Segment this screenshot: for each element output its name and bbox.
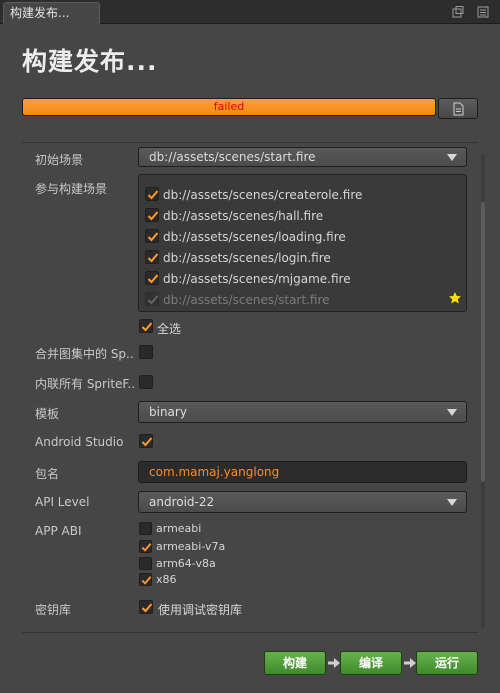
scene-item-label: db://assets/scenes/createrole.fire xyxy=(163,188,363,202)
template-value: binary xyxy=(149,405,187,419)
tab-bar: 构建发布... xyxy=(0,0,500,24)
abi-label: armeabi-v7a xyxy=(156,540,226,553)
abi-label: x86 xyxy=(156,573,177,586)
chevron-down-icon xyxy=(447,409,457,416)
api-level-label: API Level xyxy=(35,495,90,509)
scene-checkbox-createrole[interactable] xyxy=(145,187,159,201)
scene-checkbox-mjgame[interactable] xyxy=(145,271,159,285)
abi-label: armeabi xyxy=(156,522,202,535)
merge-atlas-label: 合并图集中的 Sp.. xyxy=(35,347,134,361)
template-label: 模板 xyxy=(35,407,60,421)
menu-icon[interactable] xyxy=(476,5,490,19)
build-button[interactable]: 构建 xyxy=(264,651,326,675)
chevron-down-icon xyxy=(447,154,457,161)
scene-item-label: db://assets/scenes/hall.fire xyxy=(163,209,324,223)
scene-checkbox-hall[interactable] xyxy=(145,208,159,222)
star-icon xyxy=(449,292,461,304)
compile-button[interactable]: 编译 xyxy=(340,651,402,675)
chevron-down-icon xyxy=(447,499,457,506)
inline-spriteframes-checkbox[interactable] xyxy=(139,375,153,389)
document-icon xyxy=(453,102,464,116)
select-all-label: 全选 xyxy=(157,322,182,336)
scene-checkbox-login[interactable] xyxy=(145,250,159,264)
debug-keystore-checkbox[interactable] xyxy=(139,600,153,614)
scene-item-label: db://assets/scenes/loading.fire xyxy=(163,230,346,244)
divider-top xyxy=(22,142,478,143)
page-title: 构建发布... xyxy=(22,47,158,76)
start-scene-label: 初始场景 xyxy=(35,153,84,167)
included-scenes-label: 参与构建场景 xyxy=(35,182,108,196)
api-level-value: android-22 xyxy=(149,495,215,509)
abi-checkbox-arm64-v8a[interactable] xyxy=(139,557,152,570)
scene-checkbox-loading[interactable] xyxy=(145,229,159,243)
scene-item-label: db://assets/scenes/start.fire xyxy=(163,293,330,307)
open-log-button[interactable] xyxy=(438,98,478,119)
arrow-right-icon xyxy=(328,658,340,668)
abi-checkbox-armeabi-v7a[interactable] xyxy=(139,540,152,553)
abi-checkbox-x86[interactable] xyxy=(139,573,152,586)
build-window: 构建发布... 构建发布... failed 初始场景 db://assets/… xyxy=(0,0,500,693)
start-scene-value: db://assets/scenes/start.fire xyxy=(149,150,316,164)
merge-atlas-checkbox[interactable] xyxy=(139,345,153,359)
keystore-label: 密钥库 xyxy=(35,603,72,617)
android-studio-label: Android Studio xyxy=(35,435,124,449)
scene-item-label: db://assets/scenes/login.fire xyxy=(163,251,331,265)
android-studio-checkbox[interactable] xyxy=(139,434,153,448)
api-level-dropdown[interactable]: android-22 xyxy=(138,491,467,513)
template-dropdown[interactable]: binary xyxy=(138,401,467,423)
abi-checkbox-armeabi[interactable] xyxy=(139,522,152,535)
debug-keystore-label: 使用调试密钥库 xyxy=(158,603,243,617)
divider-bottom xyxy=(22,632,478,633)
build-progress-bar: failed xyxy=(22,98,436,116)
abi-label: arm64-v8a xyxy=(156,557,216,570)
package-name-label: 包名 xyxy=(35,467,60,481)
scrollbar[interactable] xyxy=(481,154,485,628)
progress-status-text: failed xyxy=(213,100,245,113)
tab-build-publish[interactable]: 构建发布... xyxy=(3,2,100,24)
scrollbar-thumb[interactable] xyxy=(481,202,485,482)
start-scene-dropdown[interactable]: db://assets/scenes/start.fire xyxy=(138,147,467,167)
popout-icon[interactable] xyxy=(451,5,465,19)
package-name-input[interactable]: com.mamaj.yanglong xyxy=(138,461,467,483)
scene-checkbox-start xyxy=(145,292,159,306)
run-button[interactable]: 运行 xyxy=(416,651,478,675)
select-all-checkbox[interactable] xyxy=(139,319,153,333)
app-abi-label: APP ABI xyxy=(35,524,82,538)
arrow-right-icon xyxy=(404,658,416,668)
inline-spriteframes-label: 内联所有 SpriteF.. xyxy=(35,377,136,391)
scene-item-label: db://assets/scenes/mjgame.fire xyxy=(163,272,351,286)
